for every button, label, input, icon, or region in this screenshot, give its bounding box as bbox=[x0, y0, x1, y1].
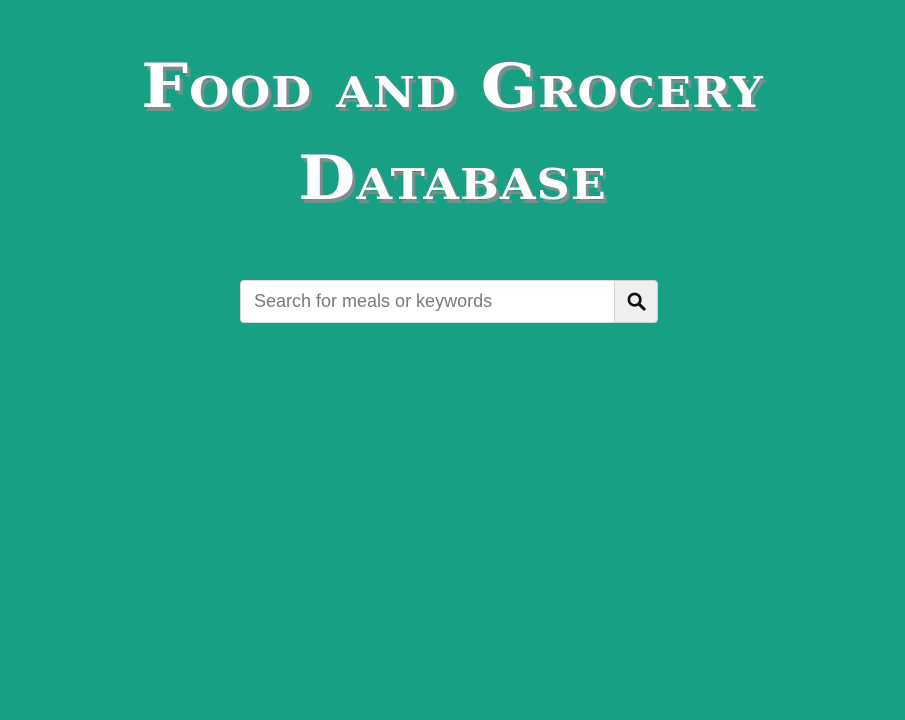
search-button[interactable] bbox=[614, 280, 658, 323]
page-title: Food and Grocery Database bbox=[0, 40, 905, 224]
page-title-line-1: Food and Grocery bbox=[141, 50, 764, 122]
search-icon bbox=[627, 292, 646, 311]
search-bar bbox=[240, 280, 658, 323]
search-input[interactable] bbox=[240, 280, 614, 323]
page-title-line-2: Database bbox=[298, 142, 607, 214]
